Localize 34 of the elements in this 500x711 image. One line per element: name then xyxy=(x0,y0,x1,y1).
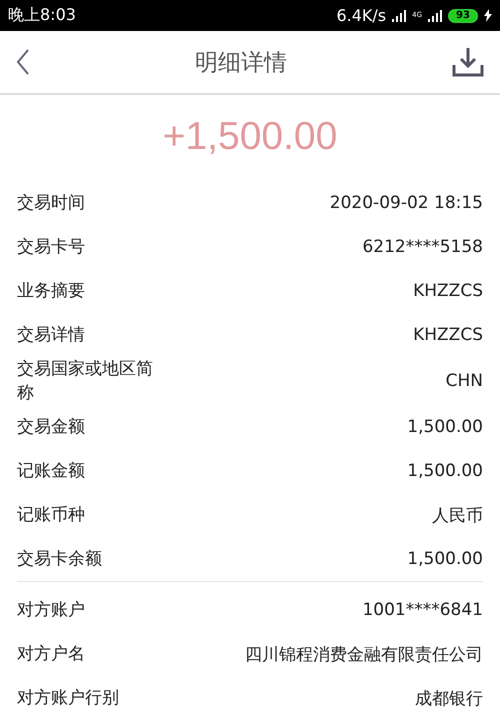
field-value: 四川锦程消费金融有限责任公司 xyxy=(245,644,483,666)
field-value: 人民币 xyxy=(432,504,483,526)
field-value: 成都银行 xyxy=(415,688,483,710)
time: 晚上8:03 xyxy=(8,5,76,26)
field-value: 6212****5158 xyxy=(362,237,483,257)
charging-icon xyxy=(484,9,492,22)
signal-icon xyxy=(428,10,442,22)
field-value: 2020-09-02 18:15 xyxy=(330,193,483,213)
field-value: CHN xyxy=(446,371,483,391)
field-label: 记账币种 xyxy=(17,504,86,527)
back-button[interactable] xyxy=(16,49,30,75)
battery-indicator: 93 xyxy=(448,8,478,22)
download-button[interactable] xyxy=(452,47,484,77)
amount: +1,500.00 xyxy=(162,115,338,159)
signal-icon xyxy=(392,10,406,22)
field-value: KHZZCS xyxy=(413,281,483,301)
field-value: 1,500.00 xyxy=(407,549,483,569)
field-label: 业务摘要 xyxy=(17,280,86,303)
field-value: KHZZCS xyxy=(413,325,483,345)
field-label: 记账金额 xyxy=(17,460,86,483)
field-label: 对方账户行别 xyxy=(17,687,120,710)
field-label: 交易卡余额 xyxy=(17,548,103,571)
field-label: 对方账户 xyxy=(17,599,86,622)
field-value: 1,500.00 xyxy=(407,417,483,437)
field-label: 交易金额 xyxy=(17,416,86,439)
field-value: 1001****6841 xyxy=(362,600,483,620)
field-value: 1,500.00 xyxy=(407,461,483,481)
page-title: 明细详情 xyxy=(195,48,287,78)
field-label: 交易卡号 xyxy=(17,236,86,259)
field-label: 交易国家或地区简称 xyxy=(17,358,154,405)
field-label: 对方户名 xyxy=(17,643,86,666)
field-label: 交易详情 xyxy=(17,324,86,347)
network-speed: 6.4K/s xyxy=(336,6,386,25)
field-label: 交易时间 xyxy=(17,192,86,215)
